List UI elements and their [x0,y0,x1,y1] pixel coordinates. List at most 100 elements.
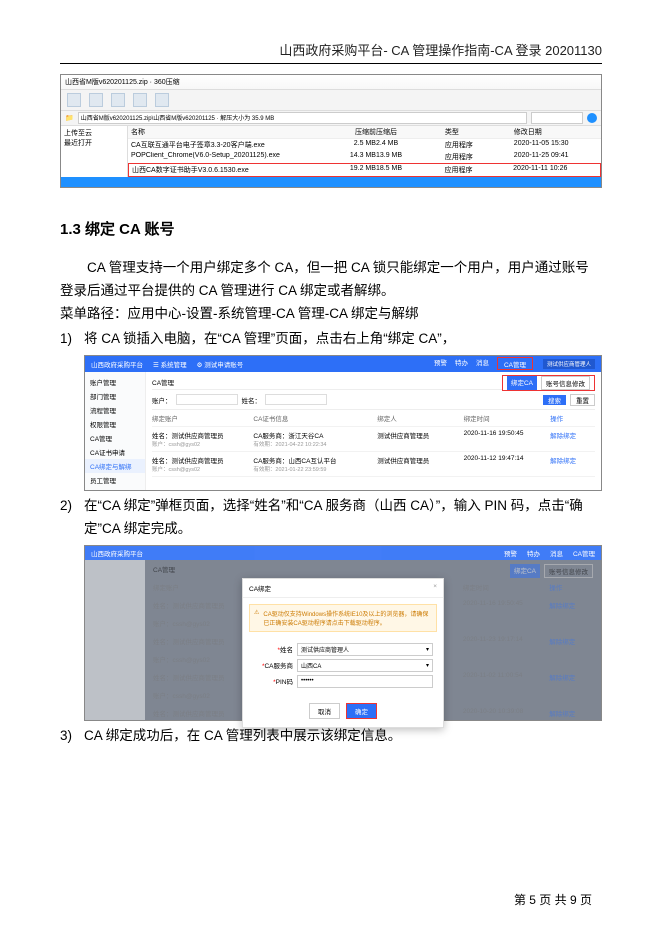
file-row[interactable]: CA互联互通平台电子签章3.3-20客户端.exe 2.5 MB 2.4 MB … [128,139,601,151]
cell: 测试供应商管理员 [377,430,459,448]
account-edit-button[interactable]: 账号信息修改 [541,376,590,390]
sidebar-item[interactable]: 员工管理 [85,473,145,487]
toolbar-icon [133,93,147,107]
folder-icon: 📁 [65,114,74,122]
top-menu[interactable]: ☰ 系统管理 [153,359,187,369]
section-heading: 1.3 绑定 CA 账号 [60,218,602,239]
brand: 山西政府采购平台 [91,548,143,558]
table-header: 名称 压缩前 压缩后 类型 修改日期 [128,126,601,139]
account-edit-button: 账号信息修改 [544,564,593,578]
nav-link[interactable]: CA管理 [573,548,595,558]
nav-link[interactable]: 特办 [455,357,468,370]
cell-sub: 账户：cssh@gys02 [152,465,249,473]
file-size: 19.2 MB [315,165,376,175]
filter-bar: 账户： 姓名： 搜索 重置 [152,391,595,410]
file-date: 2020-11-25 09:41 [514,152,598,162]
file-size2: 13.9 MB [376,152,445,162]
app-topbar: 山西政府采购平台 ☰ 系统管理 ⚙ 测试申请账号 预警 特办 消息 CA管理 测… [85,356,601,372]
filter-label: 姓名： [242,395,262,405]
cell: CA服务商：浙江天谷CA [253,430,373,440]
table-row: 姓名：测试供应商管理员账户：cssh@gys02 CA服务商：山西CA互认平台有… [152,452,595,477]
step-number: 2) [60,495,84,541]
file-row[interactable]: POPClient_Chrome(V6.0-Setup_20201125).ex… [128,151,601,163]
nav-link[interactable]: 消息 [476,357,489,370]
warning-banner: ⚠ CA驱动仅支持Windows操作系统IE10及以上的浏览器，请确保已正确安装… [249,604,437,632]
step-text: 将 CA 锁插入电脑，在“CA 管理”页面，点击右上角“绑定 CA”， [84,328,602,351]
col-type: 类型 [445,127,514,137]
nav-link[interactable]: 预警 [434,357,447,370]
sidebar-item-active[interactable]: CA绑定与解绑 [85,459,145,473]
cloud-upload-icon[interactable] [587,113,597,123]
confirm-button[interactable]: 确定 [346,703,377,719]
close-icon[interactable]: × [433,583,437,593]
page-number: 第 5 页 共 9 页 [514,891,592,908]
screenshot-ca-manage: 山西政府采购平台 ☰ 系统管理 ⚙ 测试申请账号 预警 特办 消息 CA管理 测… [84,355,602,491]
toolbar-icon [111,93,125,107]
toolbar-icon [155,93,169,107]
cell: 2020-11-12 19:47:14 [464,455,546,473]
file-size2: 2.4 MB [376,140,445,150]
search-button[interactable]: 搜索 [543,395,566,405]
unbind-link[interactable]: 解除绑定 [550,430,595,448]
step-text: 在“CA 绑定”弹框页面，选择“姓名”和“CA 服务商（山西 CA）”，输入 P… [84,495,602,541]
sidebar-item[interactable]: 部门管理 [85,389,145,403]
reset-button[interactable]: 重置 [570,394,595,406]
warning-icon: ⚠ [254,609,259,627]
col-size: 压缩前 [315,127,376,137]
cell-sub: 有效期：2021-01-22 23:59:59 [253,465,373,473]
file-size2: 18.5 MB [376,165,445,175]
search-field[interactable] [531,112,583,124]
screenshot-ca-bind-modal: 山西政府采购平台 预警 特办 消息 CA管理 CA管理 绑定CA 账号信息修改 … [84,545,602,721]
address-bar: 📁 山西省M版v620201125.zip\山西省M版v620201125 · … [61,111,601,126]
breadcrumb: CA管理 [153,564,510,578]
file-date: 2020-11-11 10:26 [513,165,597,175]
file-table: 名称 压缩前 压缩后 类型 修改日期 CA互联互通平台电子签章3.3-20客户端… [128,126,601,177]
th: 绑定人 [377,413,459,423]
col-name: 名称 [131,127,315,137]
name-select[interactable]: 测试供应商管理人▾ [297,643,433,656]
file-type: 应用程序 [445,152,514,162]
cancel-button[interactable]: 取消 [309,703,340,719]
sidebar-item[interactable]: CA管理 [85,431,145,445]
app-topbar: 山西政府采购平台 预警 特办 消息 CA管理 [85,546,601,560]
bind-ca-button[interactable]: 绑定CA [507,376,537,390]
bind-ca-button: 绑定CA [510,564,540,578]
name-input[interactable] [265,394,327,405]
sidebar-item[interactable]: 流程管理 [85,403,145,417]
unbind-link[interactable]: 解除绑定 [550,455,595,473]
user-badge[interactable]: 测试供应商管理人 [543,359,595,369]
nav-link[interactable]: 特办 [527,548,540,558]
status-bar [61,177,601,187]
cell-sub: 有效期：2021-04-22 10:22:34 [253,440,373,448]
file-type: 应用程序 [445,165,514,175]
cell: 测试供应商管理员 [377,455,459,473]
provider-select[interactable]: 山西CA▾ [297,659,433,672]
window-title: 山西省M版v620201125.zip · 360压缩 [61,75,601,90]
field-label: 姓名 [280,647,293,654]
table-row: 姓名：测试供应商管理员账户：cssh@gys02 CA服务商：浙江天谷CA有效期… [152,427,595,452]
nav-link[interactable]: 消息 [550,548,563,558]
file-row-highlighted[interactable]: 山西CA数字证书助手V3.0.6.1530.exe 19.2 MB 18.5 M… [128,163,601,177]
account-input[interactable] [176,394,238,405]
sidebar-item[interactable]: 账户管理 [85,375,145,389]
file-name: CA互联互通平台电子签章3.3-20客户端.exe [131,140,315,150]
cell: CA服务商：山西CA互认平台 [253,455,373,465]
sidebar: 账户管理 部门管理 流程管理 权限管理 CA管理 CA证书申请 CA绑定与解绑 … [85,372,146,490]
path-field[interactable]: 山西省M版v620201125.zip\山西省M版v620201125 · 解压… [78,112,527,124]
file-size: 14.3 MB [315,152,376,162]
breadcrumb: CA管理 [152,375,502,390]
sidebar-item[interactable]: CA证书申请 [85,445,145,459]
pin-input[interactable]: •••••• [297,675,433,688]
sidebar-recent[interactable]: 最近打开 [64,138,124,148]
field-label: PIN码 [276,679,293,686]
top-menu[interactable]: ⚙ 测试申请账号 [197,359,244,369]
screenshot-file-explorer: 山西省M版v620201125.zip · 360压缩 📁 山西省M版v6202… [60,74,602,188]
nav-link-ca[interactable]: CA管理 [497,357,533,370]
toolbar-icon [67,93,81,107]
file-name: POPClient_Chrome(V6.0-Setup_20201125).ex… [131,152,315,162]
cell: 姓名：测试供应商管理员 [152,455,249,465]
sidebar-item[interactable]: 权限管理 [85,417,145,431]
nav-link[interactable]: 预警 [504,548,517,558]
sidebar-upload[interactable]: 上传至云 [64,128,124,138]
cell: 姓名：测试供应商管理员 [152,430,249,440]
